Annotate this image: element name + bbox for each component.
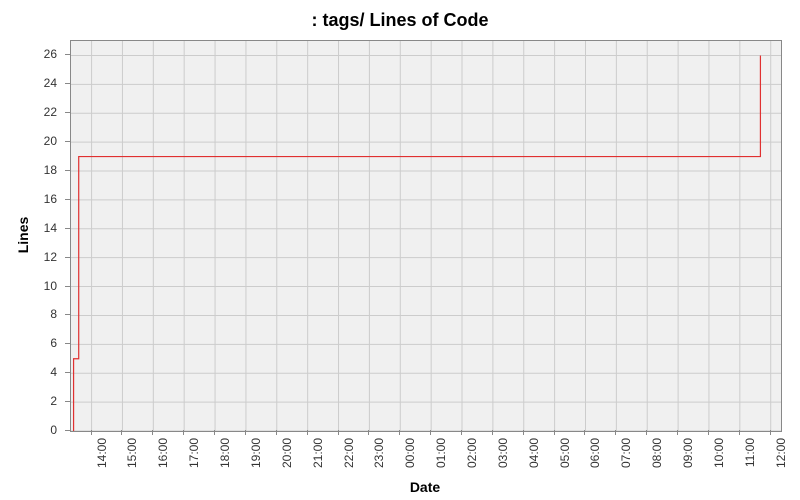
y-tick-label: 26	[44, 47, 57, 61]
x-tick-label: 03:00	[496, 438, 510, 468]
y-tick-label: 2	[50, 394, 57, 408]
x-tick-label: 12:00	[774, 438, 788, 468]
x-tick-label: 11:00	[743, 438, 757, 467]
x-tick-label: 22:00	[342, 438, 356, 468]
y-tick-label: 16	[44, 192, 57, 206]
chart-container: : tags/ Lines of Code Lines 024681012141…	[0, 0, 800, 500]
line-series	[71, 41, 781, 431]
x-axis-label: Date	[70, 479, 780, 495]
x-tick-label: 04:00	[527, 438, 541, 468]
x-tick-label: 06:00	[588, 438, 602, 468]
x-tick-label: 00:00	[403, 438, 417, 468]
x-tick-label: 08:00	[650, 438, 664, 468]
x-tick-label: 02:00	[465, 438, 479, 468]
y-tick-label: 20	[44, 134, 57, 148]
y-tick-label: 0	[50, 423, 57, 437]
x-tick-label: 14:00	[95, 438, 109, 468]
y-tick-label: 10	[44, 279, 57, 293]
y-tick-label: 6	[50, 336, 57, 350]
x-tick-label: 19:00	[249, 438, 263, 468]
x-tick-label: 16:00	[156, 438, 170, 468]
chart-title: : tags/ Lines of Code	[0, 10, 800, 31]
x-tick-label: 18:00	[218, 438, 232, 468]
x-tick-label: 15:00	[125, 438, 139, 468]
x-tick-label: 07:00	[619, 438, 633, 468]
x-tick-label: 21:00	[311, 438, 325, 468]
y-tick-label: 14	[44, 221, 57, 235]
y-tick-label: 18	[44, 163, 57, 177]
y-tick-label: 12	[44, 250, 57, 264]
y-tick-label: 24	[44, 76, 57, 90]
x-tick-label: 23:00	[372, 438, 386, 468]
y-axis-ticks: 02468101214161820222426	[0, 40, 65, 430]
y-tick-label: 22	[44, 105, 57, 119]
plot-area	[70, 40, 782, 432]
y-tick-label: 4	[50, 365, 57, 379]
x-tick-label: 05:00	[558, 438, 572, 468]
y-tick-label: 8	[50, 307, 57, 321]
x-tick-label: 09:00	[681, 438, 695, 468]
x-tick-label: 20:00	[280, 438, 294, 468]
x-tick-label: 17:00	[187, 438, 201, 468]
x-tick-label: 10:00	[712, 438, 726, 468]
x-tick-label: 01:00	[434, 438, 448, 468]
